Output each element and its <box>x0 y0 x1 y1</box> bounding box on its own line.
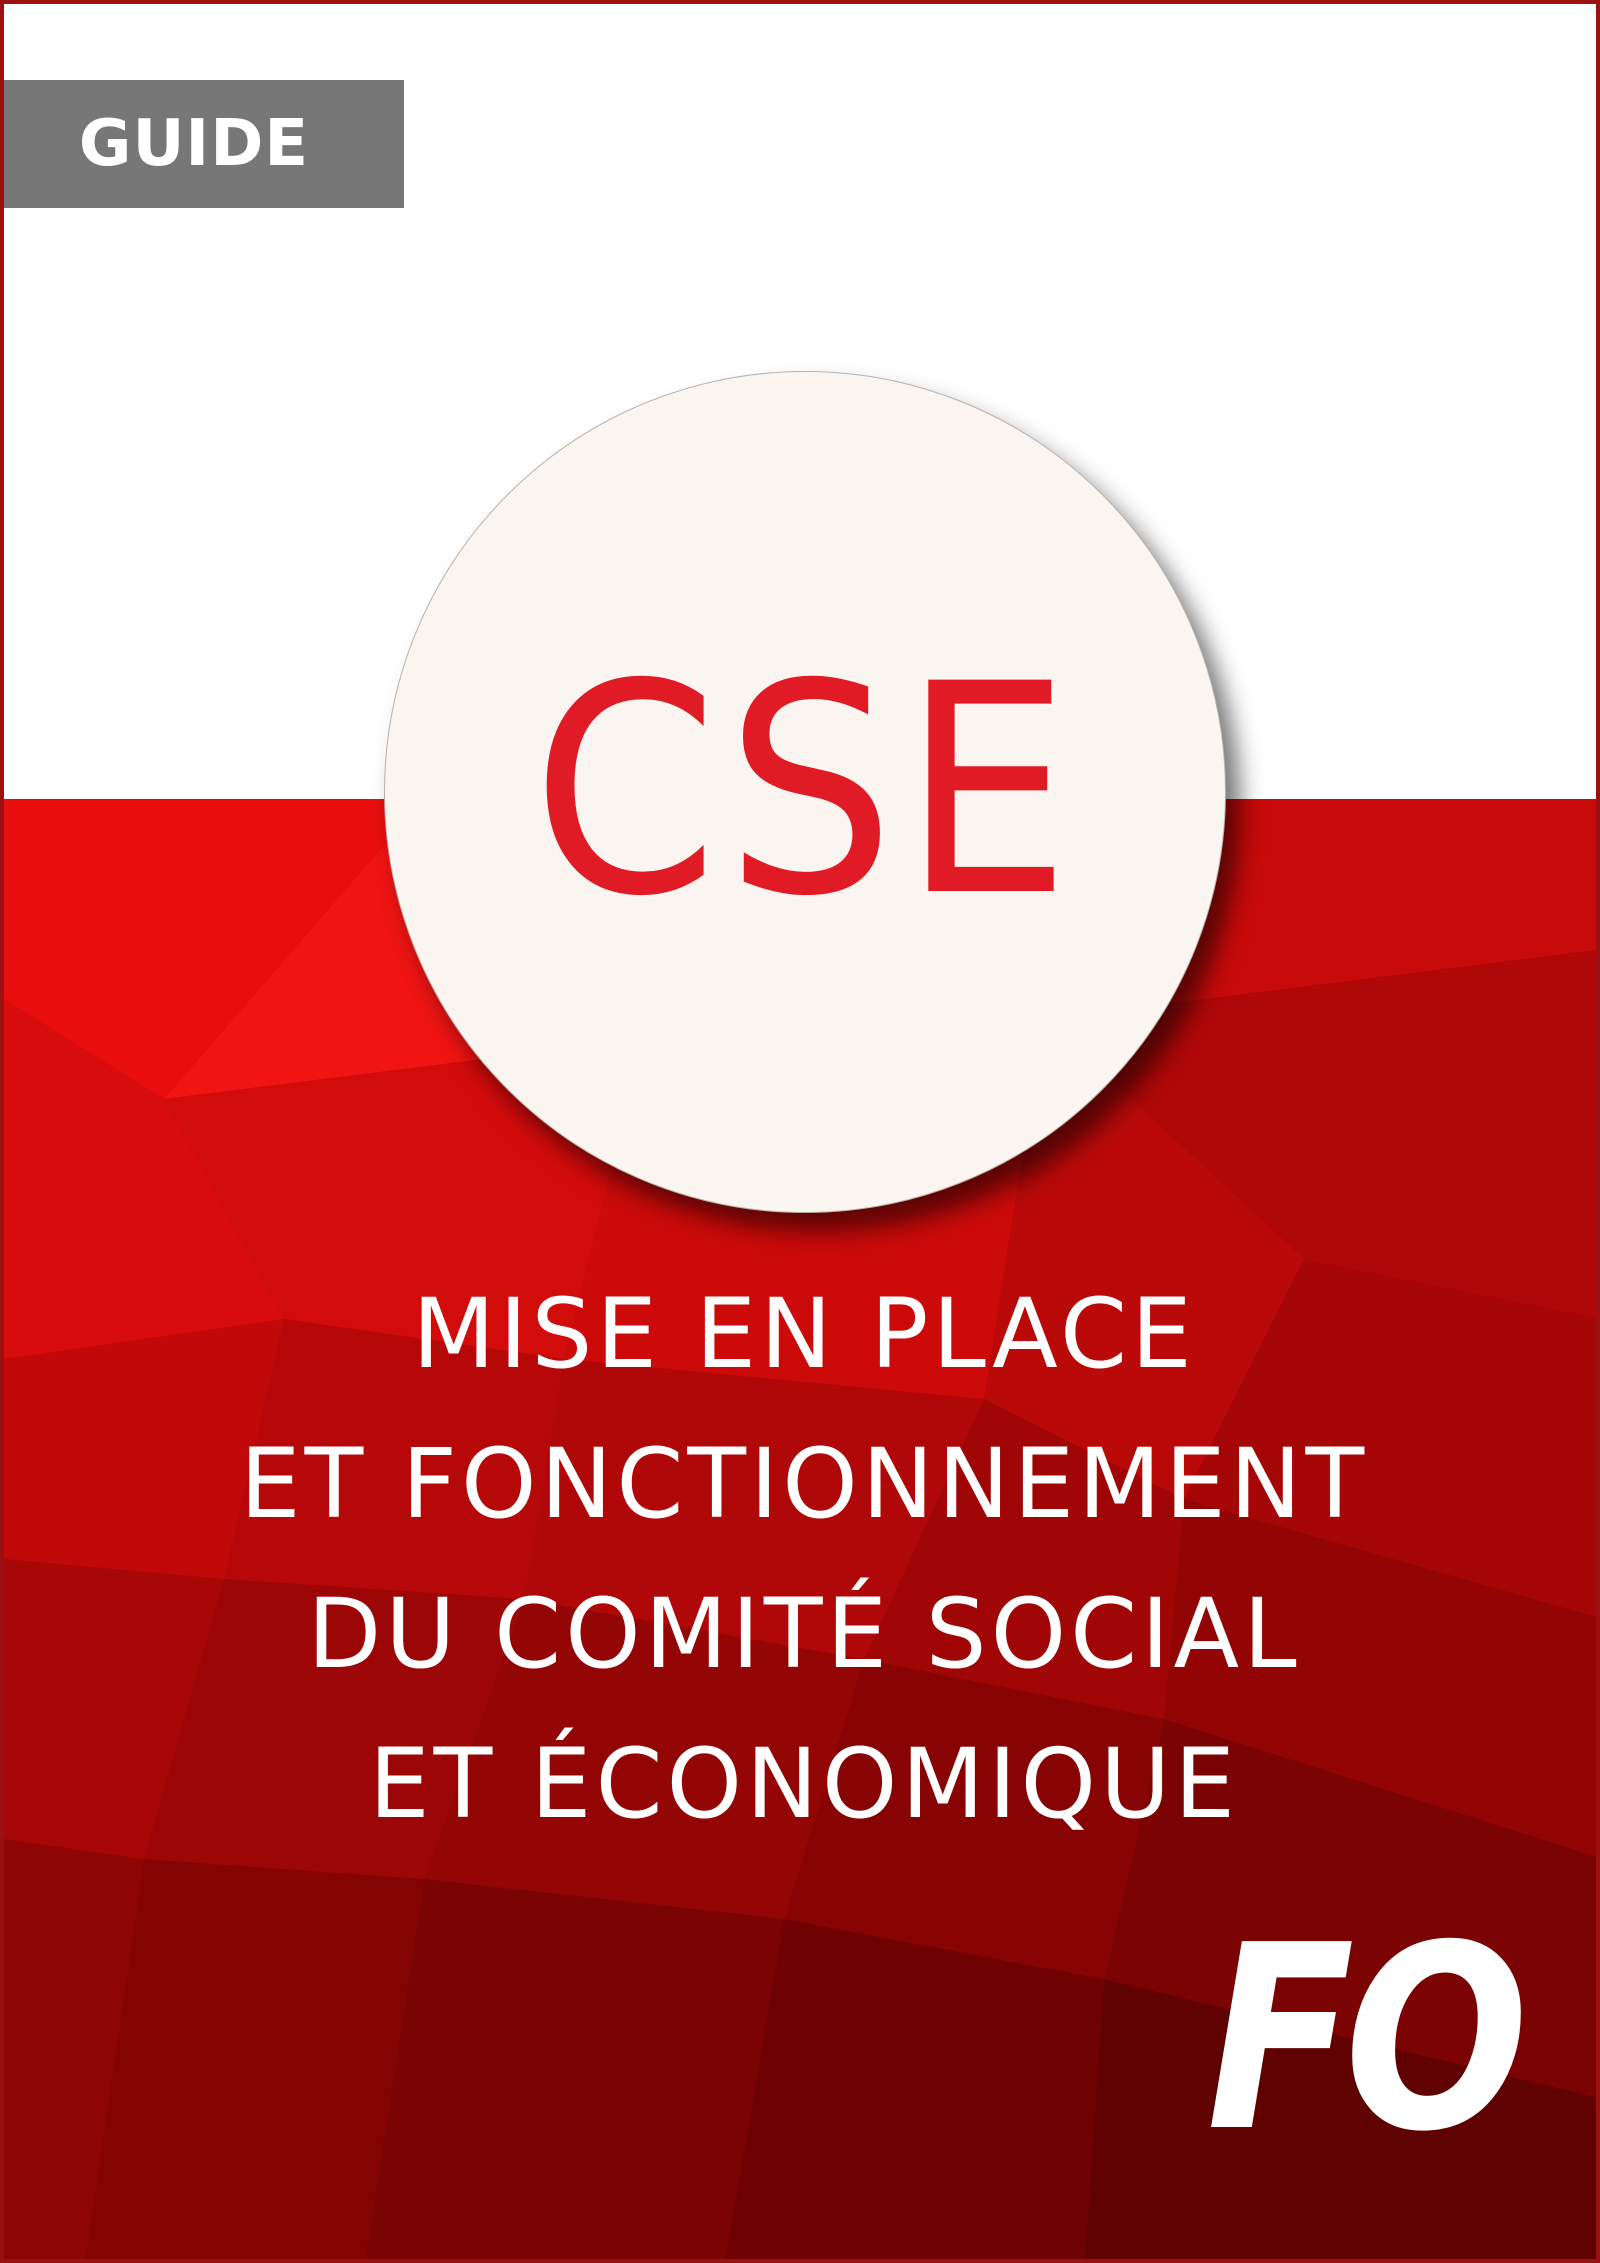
cover-title: MISE EN PLACE ET FONCTIONNEMENT DU COMIT… <box>4 1259 1596 1859</box>
guide-tag: GUIDE <box>4 80 404 208</box>
title-line: MISE EN PLACE <box>412 1278 1196 1390</box>
cse-acronym: CSE <box>531 623 1079 960</box>
title-line: ET ÉCONOMIQUE <box>368 1728 1240 1840</box>
title-line: DU COMITÉ SOCIAL <box>307 1578 1301 1690</box>
fo-logo: FO <box>1206 1912 1528 2167</box>
title-line: ET FONCTIONNEMENT <box>239 1428 1369 1540</box>
cse-circle-badge: CSE <box>384 371 1226 1213</box>
fo-logo-text: FO <box>1206 1890 1528 2188</box>
guide-label: GUIDE <box>78 107 310 181</box>
guide-cover: GUIDE CSE MISE EN PLACE ET FONCTIONNEMEN… <box>0 0 1600 2263</box>
